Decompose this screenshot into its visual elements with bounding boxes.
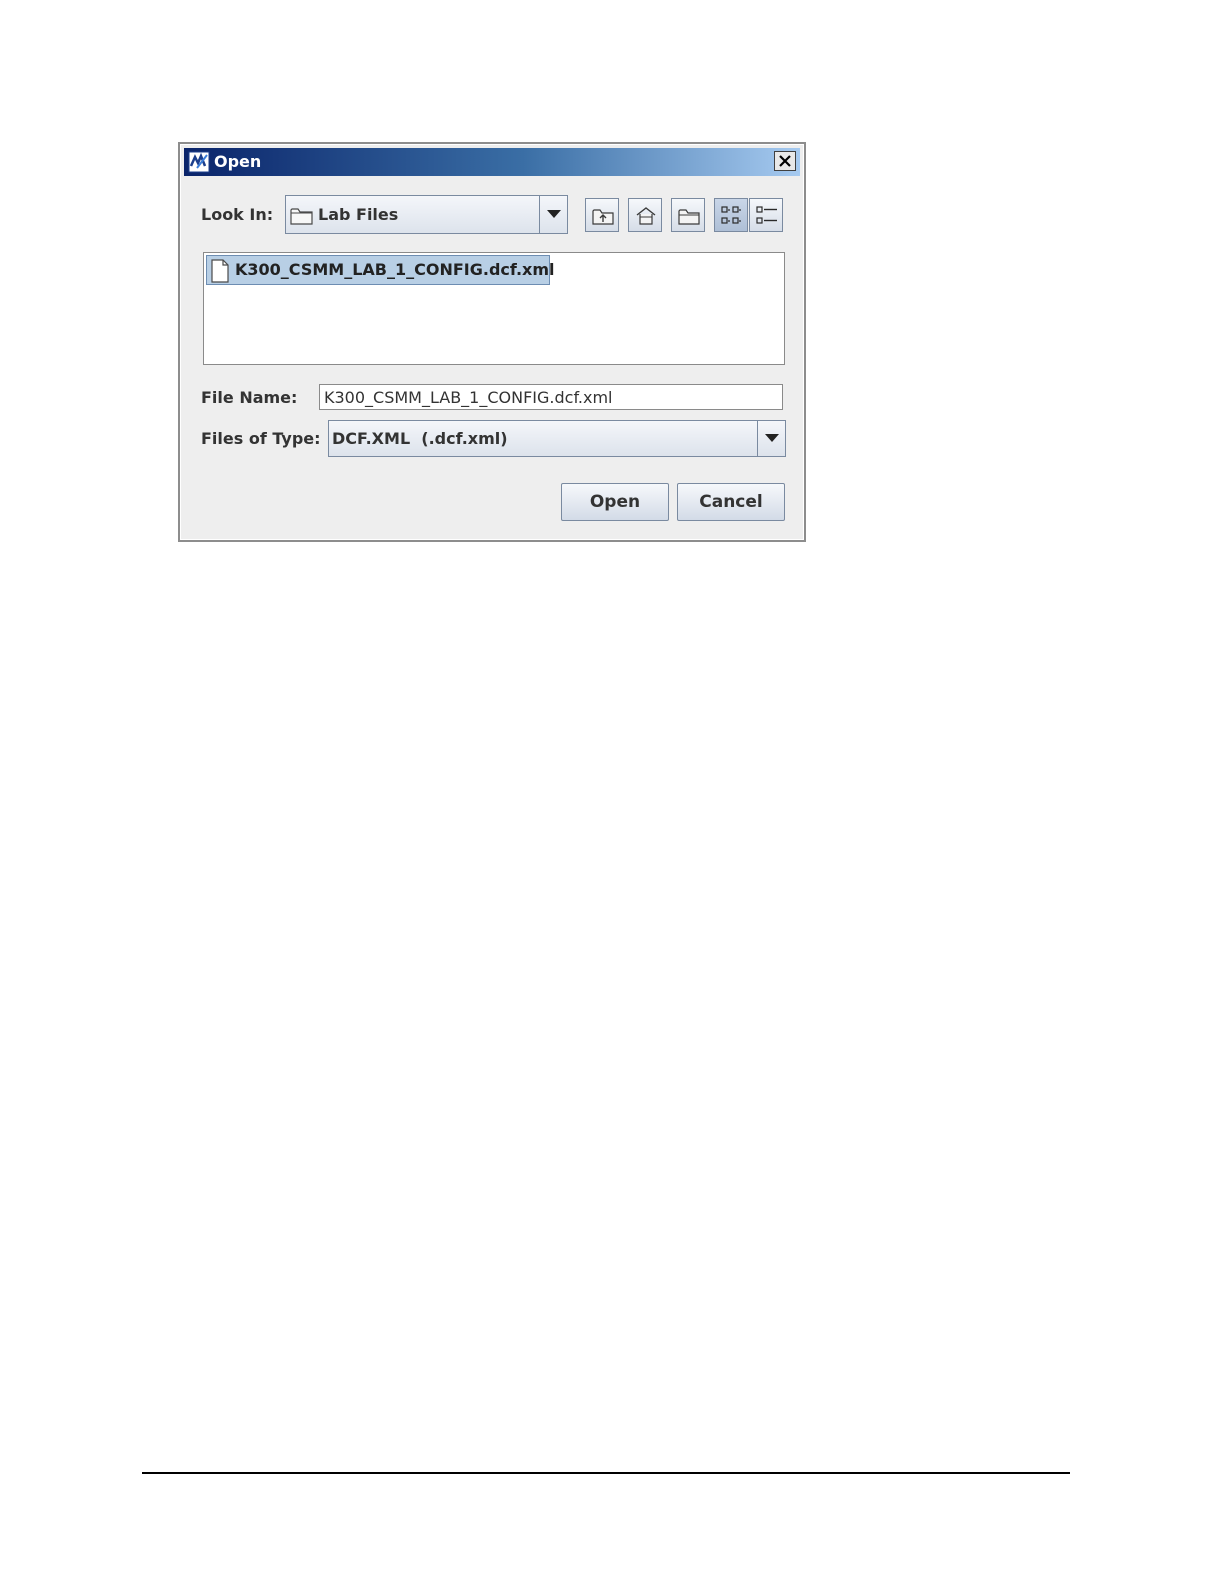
home-icon <box>636 207 656 225</box>
list-view-icon <box>721 206 741 224</box>
close-button[interactable] <box>774 151 796 171</box>
look-in-value: Lab Files <box>318 205 399 224</box>
home-button[interactable] <box>628 198 662 232</box>
folder-up-icon <box>592 209 614 225</box>
file-type-value: DCF.XML (.dcf.xml) <box>332 429 508 448</box>
file-name-input[interactable] <box>319 384 783 410</box>
list-item[interactable]: K300_CSMM_LAB_1_CONFIG.dcf.xml <box>206 255 555 285</box>
up-one-level-button[interactable] <box>585 198 619 232</box>
look-in-combo[interactable]: Lab Files <box>285 195 568 234</box>
chevron-down-icon <box>765 434 779 442</box>
open-dialog: Open Look In: Lab Files K300_CSMM_LAB_1_… <box>178 142 806 542</box>
look-in-label: Look In: <box>201 205 274 224</box>
new-folder-button[interactable] <box>671 198 705 232</box>
new-folder-icon <box>678 209 700 225</box>
folder-icon <box>290 208 313 225</box>
footer-divider <box>142 1472 1070 1474</box>
chevron-down-icon <box>547 210 561 218</box>
cancel-button[interactable]: Cancel <box>677 483 785 521</box>
title-bar[interactable]: Open <box>184 148 800 176</box>
file-list[interactable]: K300_CSMM_LAB_1_CONFIG.dcf.xml <box>203 252 785 365</box>
details-view-button[interactable] <box>749 198 783 232</box>
file-type-combo[interactable]: DCF.XML (.dcf.xml) <box>328 420 786 457</box>
list-view-button[interactable] <box>714 198 748 232</box>
app-icon <box>188 151 210 173</box>
details-view-icon <box>756 206 777 224</box>
file-type-dropdown-button[interactable] <box>757 421 785 456</box>
look-in-dropdown-button[interactable] <box>539 196 567 233</box>
file-name: K300_CSMM_LAB_1_CONFIG.dcf.xml <box>235 260 555 279</box>
file-type-label: Files of Type: <box>201 429 321 448</box>
close-icon <box>779 155 791 167</box>
file-icon <box>211 259 229 283</box>
open-button[interactable]: Open <box>561 483 669 521</box>
dialog-title: Open <box>214 152 262 171</box>
file-name-label: File Name: <box>201 388 298 407</box>
